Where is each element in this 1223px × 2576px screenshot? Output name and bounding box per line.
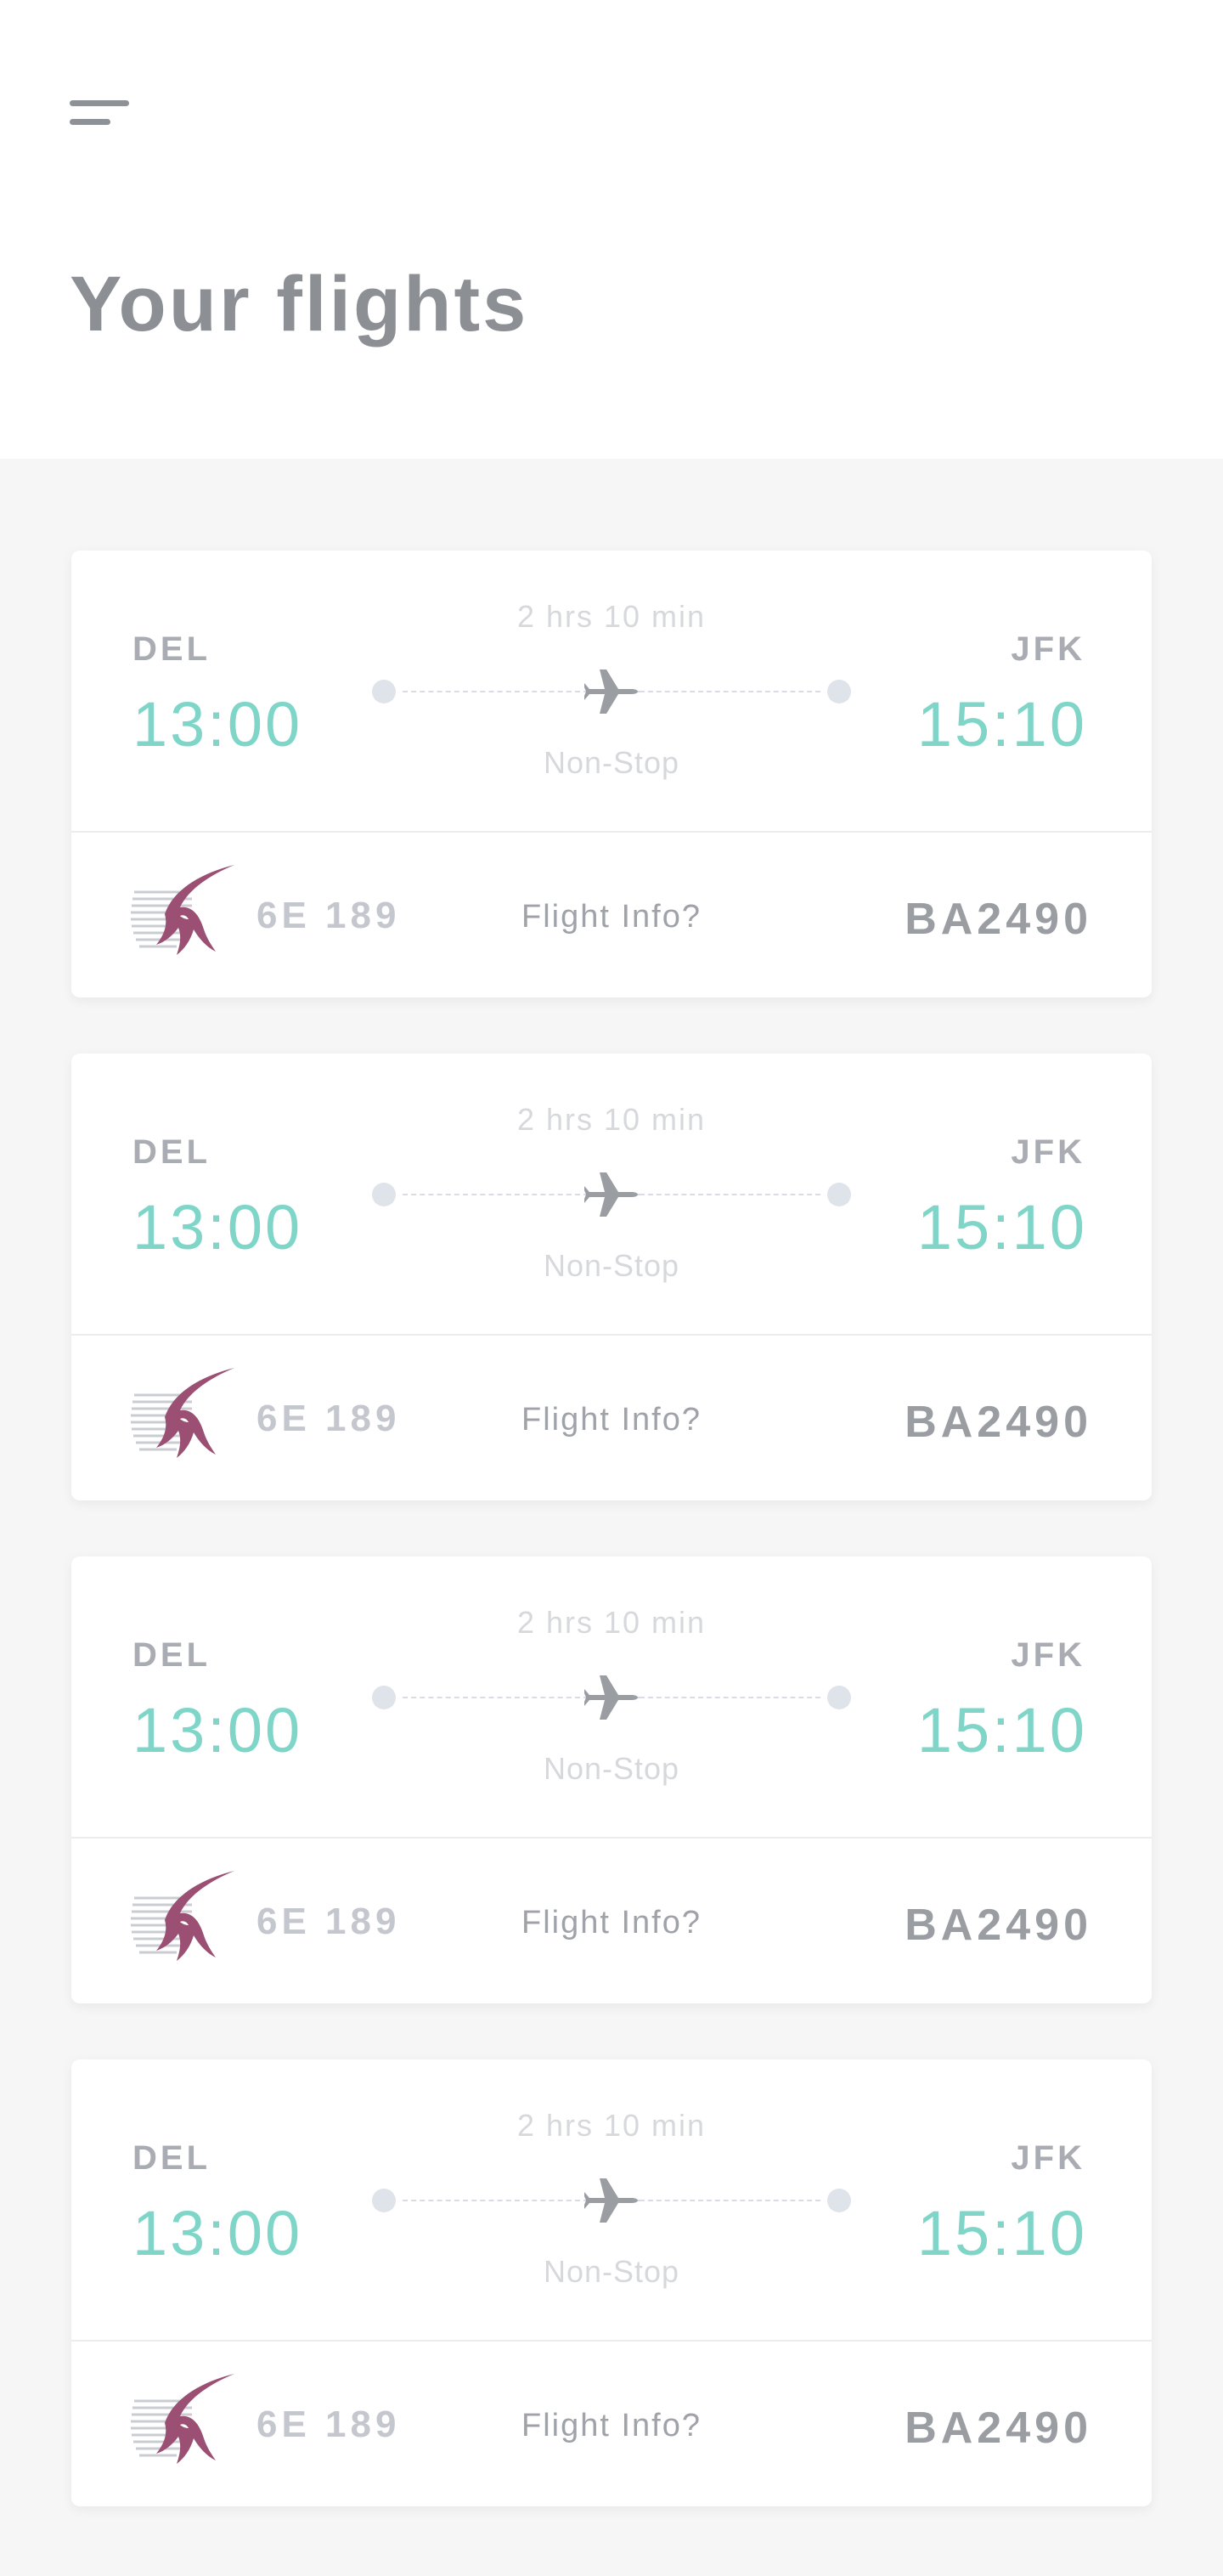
departure-time: 13:00 (132, 1192, 303, 1263)
origin-dot-icon (372, 1686, 396, 1709)
origin-dot-icon (372, 680, 396, 703)
flight-card[interactable]: DEL 13:00 2 hrs 10 min Non-Stop JFK 15:1… (71, 1054, 1152, 1500)
menu-bar-bottom (70, 119, 110, 125)
flight-route-section: DEL 13:00 2 hrs 10 min Non-Stop JFK 15:1… (71, 551, 1152, 831)
destination-dot-icon (827, 1183, 851, 1206)
flight-route-section: DEL 13:00 2 hrs 10 min Non-Stop JFK 15:1… (71, 1054, 1152, 1334)
destination-dot-icon (827, 1686, 851, 1709)
booking-reference: BA2490 (905, 2404, 1092, 2453)
page-header: Your flights (0, 0, 1223, 459)
flight-card[interactable]: DEL 13:00 2 hrs 10 min Non-Stop JFK 15:1… (71, 551, 1152, 997)
destination-code: JFK (1011, 1636, 1085, 1674)
flight-duration: 2 hrs 10 min (516, 1605, 707, 1640)
flight-details-section: 6E 189 Flight Info? BA2490 (71, 1839, 1152, 2003)
flight-details-section: 6E 189 Flight Info? BA2490 (71, 833, 1152, 997)
arrival-time: 15:10 (916, 2198, 1087, 2268)
origin-dot-icon (372, 1183, 396, 1206)
origin-code: DEL (132, 2139, 211, 2177)
flight-duration: 2 hrs 10 min (516, 599, 707, 634)
flight-route-section: DEL 13:00 2 hrs 10 min Non-Stop JFK 15:1… (71, 1556, 1152, 1837)
destination-code: JFK (1011, 1133, 1085, 1171)
airplane-icon (584, 1172, 638, 1217)
origin-code: DEL (132, 630, 211, 668)
arrival-time: 15:10 (916, 1192, 1087, 1263)
origin-code: DEL (132, 1133, 211, 1171)
flight-duration: 2 hrs 10 min (516, 1102, 707, 1137)
departure-time: 13:00 (132, 689, 303, 760)
destination-dot-icon (827, 2189, 851, 2212)
departure-time: 13:00 (132, 2198, 303, 2268)
menu-bar-top (70, 100, 129, 106)
destination-code: JFK (1011, 630, 1085, 668)
origin-dot-icon (372, 2189, 396, 2212)
departure-time: 13:00 (132, 1695, 303, 1765)
destination-code: JFK (1011, 2139, 1085, 2177)
flight-card[interactable]: DEL 13:00 2 hrs 10 min Non-Stop JFK 15:1… (71, 1556, 1152, 2003)
page-title: Your flights (70, 261, 529, 347)
origin-code: DEL (132, 1636, 211, 1674)
flight-details-section: 6E 189 Flight Info? BA2490 (71, 1336, 1152, 1500)
flight-list: DEL 13:00 2 hrs 10 min Non-Stop JFK 15:1… (71, 551, 1152, 2562)
flight-details-section: 6E 189 Flight Info? BA2490 (71, 2342, 1152, 2506)
booking-reference: BA2490 (905, 1398, 1092, 1447)
arrival-time: 15:10 (916, 1695, 1087, 1765)
airplane-icon (584, 2178, 638, 2223)
flight-route-section: DEL 13:00 2 hrs 10 min Non-Stop JFK 15:1… (71, 2059, 1152, 2340)
flight-card[interactable]: DEL 13:00 2 hrs 10 min Non-Stop JFK 15:1… (71, 2059, 1152, 2506)
hamburger-menu-icon[interactable] (70, 97, 131, 134)
flight-duration: 2 hrs 10 min (516, 2108, 707, 2143)
booking-reference: BA2490 (905, 895, 1092, 944)
booking-reference: BA2490 (905, 1901, 1092, 1950)
airplane-icon (584, 1675, 638, 1720)
airplane-icon (584, 669, 638, 714)
destination-dot-icon (827, 680, 851, 703)
arrival-time: 15:10 (916, 689, 1087, 760)
